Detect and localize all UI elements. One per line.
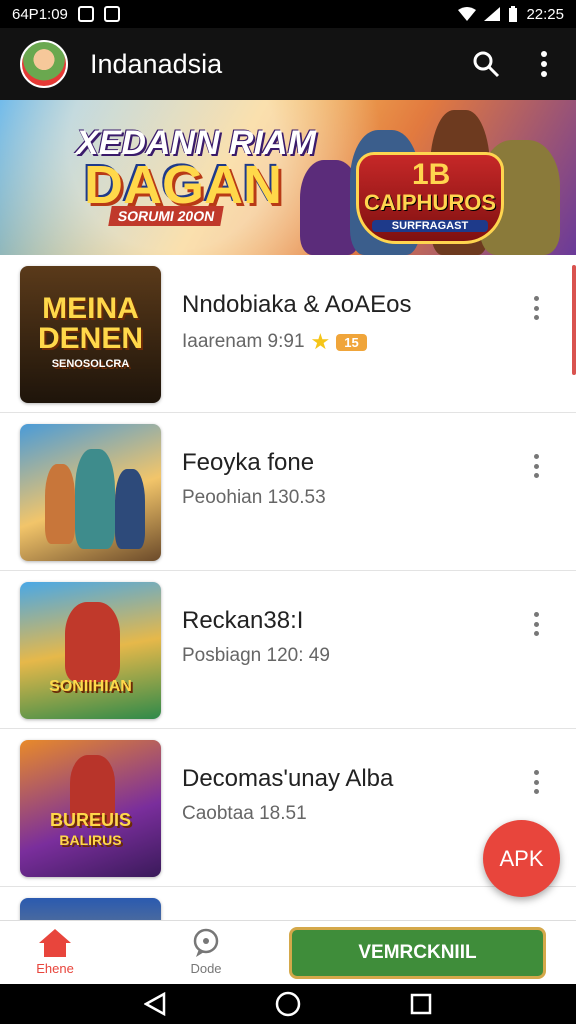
chat-icon bbox=[193, 928, 219, 957]
bottom-nav: Ehene Dode VEMRCKNIIL bbox=[0, 920, 576, 984]
apk-fab-button[interactable]: APK bbox=[483, 820, 560, 897]
promo-banner[interactable]: XEDANN RIAM DAGAN SORUMI 20ON 1B CAIPHUR… bbox=[0, 100, 576, 255]
back-icon[interactable] bbox=[144, 992, 166, 1016]
overflow-menu-button[interactable] bbox=[528, 48, 560, 80]
item-title: Reckan38:I bbox=[182, 607, 304, 634]
item-subtitle: Iaarenam 9:91 bbox=[182, 331, 305, 352]
item-subtitle: Caobtaa 18.51 bbox=[182, 803, 307, 824]
home-icon bbox=[39, 929, 71, 957]
battery-icon bbox=[509, 6, 518, 22]
list-item[interactable] bbox=[0, 887, 576, 920]
item-subtitle: Peoohian 130.53 bbox=[182, 487, 326, 508]
game-list: MEINA DENEN SENOSOLCRA Nndobiaka & AoAEo… bbox=[0, 255, 576, 920]
game-thumbnail: SONIIHIAN bbox=[20, 582, 161, 719]
avatar[interactable] bbox=[20, 40, 68, 88]
item-more-button[interactable] bbox=[526, 609, 546, 639]
game-thumbnail: MEINA DENEN SENOSOLCRA bbox=[20, 266, 161, 403]
notification-icon bbox=[77, 6, 94, 22]
system-nav-bar bbox=[0, 984, 576, 1024]
home-nav-icon[interactable] bbox=[275, 991, 301, 1017]
nav-home-label: Ehene bbox=[36, 961, 74, 976]
status-left-text: 64P1:09 bbox=[12, 5, 68, 23]
nav-second-label: Dode bbox=[190, 961, 222, 976]
item-title: Feoyka fone bbox=[182, 449, 315, 476]
download-button[interactable]: VEMRCKNIIL bbox=[289, 927, 546, 979]
game-thumbnail: BUREUIS BALIRUS bbox=[20, 740, 161, 877]
nav-second[interactable]: Dode bbox=[166, 927, 246, 983]
banner-badge-caption: SURFRAGAST bbox=[372, 220, 488, 232]
search-icon bbox=[473, 51, 500, 78]
banner-badge-title: CAIPHUROS bbox=[363, 190, 496, 215]
more-vert-icon bbox=[541, 51, 547, 77]
banner-subtitle: SORUMI 20ON bbox=[108, 206, 225, 226]
wifi-icon bbox=[458, 7, 477, 21]
list-item[interactable]: MEINA DENEN SENOSOLCRA Nndobiaka & AoAEo… bbox=[0, 255, 576, 413]
status-bar: 64P1:09 22:25 bbox=[0, 0, 576, 28]
app-title: Indanadsia bbox=[90, 48, 223, 79]
list-item[interactable]: Feoyka fone Peoohian 130.53 bbox=[0, 413, 576, 571]
item-more-button[interactable] bbox=[526, 767, 546, 797]
search-button[interactable] bbox=[470, 48, 502, 80]
game-thumbnail bbox=[20, 898, 161, 920]
item-more-button[interactable] bbox=[526, 293, 546, 323]
item-title: Decomas'unay Alba bbox=[182, 765, 394, 792]
app-notification-icon bbox=[103, 6, 120, 22]
status-time: 22:25 bbox=[526, 5, 564, 23]
nav-home[interactable]: Ehene bbox=[15, 927, 95, 983]
item-more-button[interactable] bbox=[526, 451, 546, 481]
game-thumbnail bbox=[20, 424, 161, 561]
recents-icon[interactable] bbox=[410, 993, 432, 1015]
item-subtitle: Posbiagn 120: 49 bbox=[182, 645, 330, 666]
list-item[interactable]: SONIIHIAN Reckan38:I Posbiagn 120: 49 bbox=[0, 571, 576, 729]
signal-icon bbox=[484, 7, 501, 21]
app-bar: Indanadsia bbox=[0, 28, 576, 100]
banner-badge-number: 1B bbox=[412, 158, 451, 191]
rating-badge: 15 bbox=[336, 333, 367, 351]
item-title: Nndobiaka & AoAEos bbox=[182, 291, 412, 318]
star-icon: ★ bbox=[310, 329, 331, 354]
